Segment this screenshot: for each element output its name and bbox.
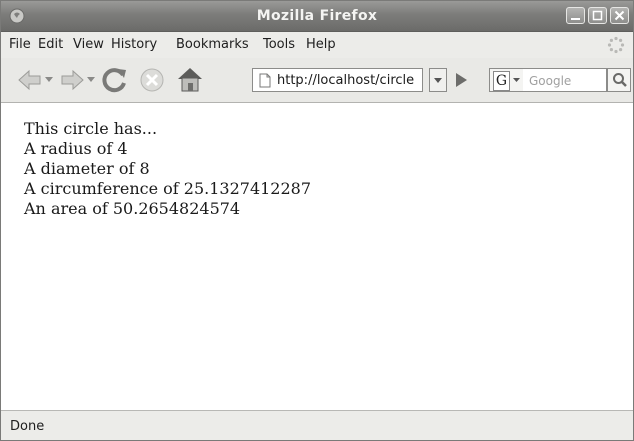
menu-bookmarks[interactable]: Bookmarks xyxy=(176,37,249,52)
maximize-icon xyxy=(592,10,603,21)
menu-tools[interactable]: Tools xyxy=(263,37,295,52)
go-arrow-icon[interactable] xyxy=(453,71,469,89)
status-bar: Done xyxy=(1,410,633,440)
menu-view[interactable]: View xyxy=(73,37,104,52)
search-engine-selector[interactable]: G xyxy=(489,68,523,92)
page-content: This circle has... A radius of 4 A diame… xyxy=(1,103,633,410)
back-arrow-icon[interactable] xyxy=(17,67,43,93)
activity-throbber-icon xyxy=(607,36,625,54)
page-icon xyxy=(259,73,271,88)
url-text[interactable]: http://localhost/circle xyxy=(277,73,421,88)
back-history-dropdown-icon[interactable] xyxy=(45,77,53,83)
status-text: Done xyxy=(10,419,45,434)
close-icon xyxy=(614,10,625,21)
stop-icon[interactable] xyxy=(139,67,165,93)
close-button[interactable] xyxy=(610,7,629,24)
minimize-icon xyxy=(571,18,580,20)
content-heading: This circle has... xyxy=(24,119,158,138)
search-placeholder: Google xyxy=(529,74,572,88)
menu-file[interactable]: File xyxy=(9,37,31,52)
menu-edit[interactable]: Edit xyxy=(38,37,63,52)
forward-arrow-icon[interactable] xyxy=(59,67,85,93)
home-icon[interactable] xyxy=(175,65,205,93)
search-button[interactable] xyxy=(607,68,631,92)
window-title: Mozilla Firefox xyxy=(256,8,378,24)
reload-icon[interactable] xyxy=(101,66,129,94)
minimize-button[interactable] xyxy=(566,7,585,24)
search-input[interactable]: Google xyxy=(523,68,607,92)
title-bar[interactable]: Mozilla Firefox xyxy=(1,1,633,32)
maximize-button[interactable] xyxy=(588,7,607,24)
url-history-dropdown[interactable] xyxy=(429,68,447,92)
menu-help[interactable]: Help xyxy=(306,37,336,52)
circumference-line: A circumference of 25.1327412287 xyxy=(24,179,312,198)
search-engine-dropdown-icon xyxy=(513,78,520,82)
menu-bar: File Edit View History Bookmarks Tools H… xyxy=(1,32,633,58)
browser-window: Mozilla Firefox File Edit View History B… xyxy=(0,0,634,441)
dropdown-arrow-icon xyxy=(434,78,442,83)
radius-line: A radius of 4 xyxy=(24,139,128,158)
search-engine-label: G xyxy=(493,71,510,91)
magnifier-icon xyxy=(613,73,627,87)
forward-history-dropdown-icon[interactable] xyxy=(87,77,95,83)
diameter-line: A diameter of 8 xyxy=(24,159,150,178)
area-line: An area of 50.2654824574 xyxy=(24,199,241,218)
menu-history[interactable]: History xyxy=(111,37,157,52)
url-bar[interactable]: http://localhost/circle xyxy=(252,68,423,92)
